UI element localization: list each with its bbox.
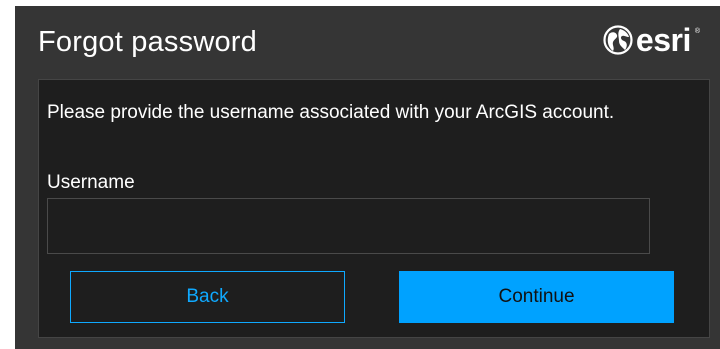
username-label: Username xyxy=(47,172,135,193)
instruction-text: Please provide the username associated w… xyxy=(47,102,615,123)
back-button[interactable]: Back xyxy=(70,271,345,323)
logo-wordmark: esri xyxy=(635,22,691,58)
dialog-title: Forgot password xyxy=(38,26,257,58)
esri-logo: esri ® xyxy=(603,22,700,58)
forgot-password-dialog: Forgot password esri ® Please provide th… xyxy=(15,6,720,349)
logo-trademark: ® xyxy=(694,28,700,35)
dialog-header: Forgot password esri ® xyxy=(15,6,720,78)
globe-icon xyxy=(603,25,633,55)
username-input[interactable] xyxy=(47,198,650,254)
continue-button[interactable]: Continue xyxy=(399,271,674,323)
